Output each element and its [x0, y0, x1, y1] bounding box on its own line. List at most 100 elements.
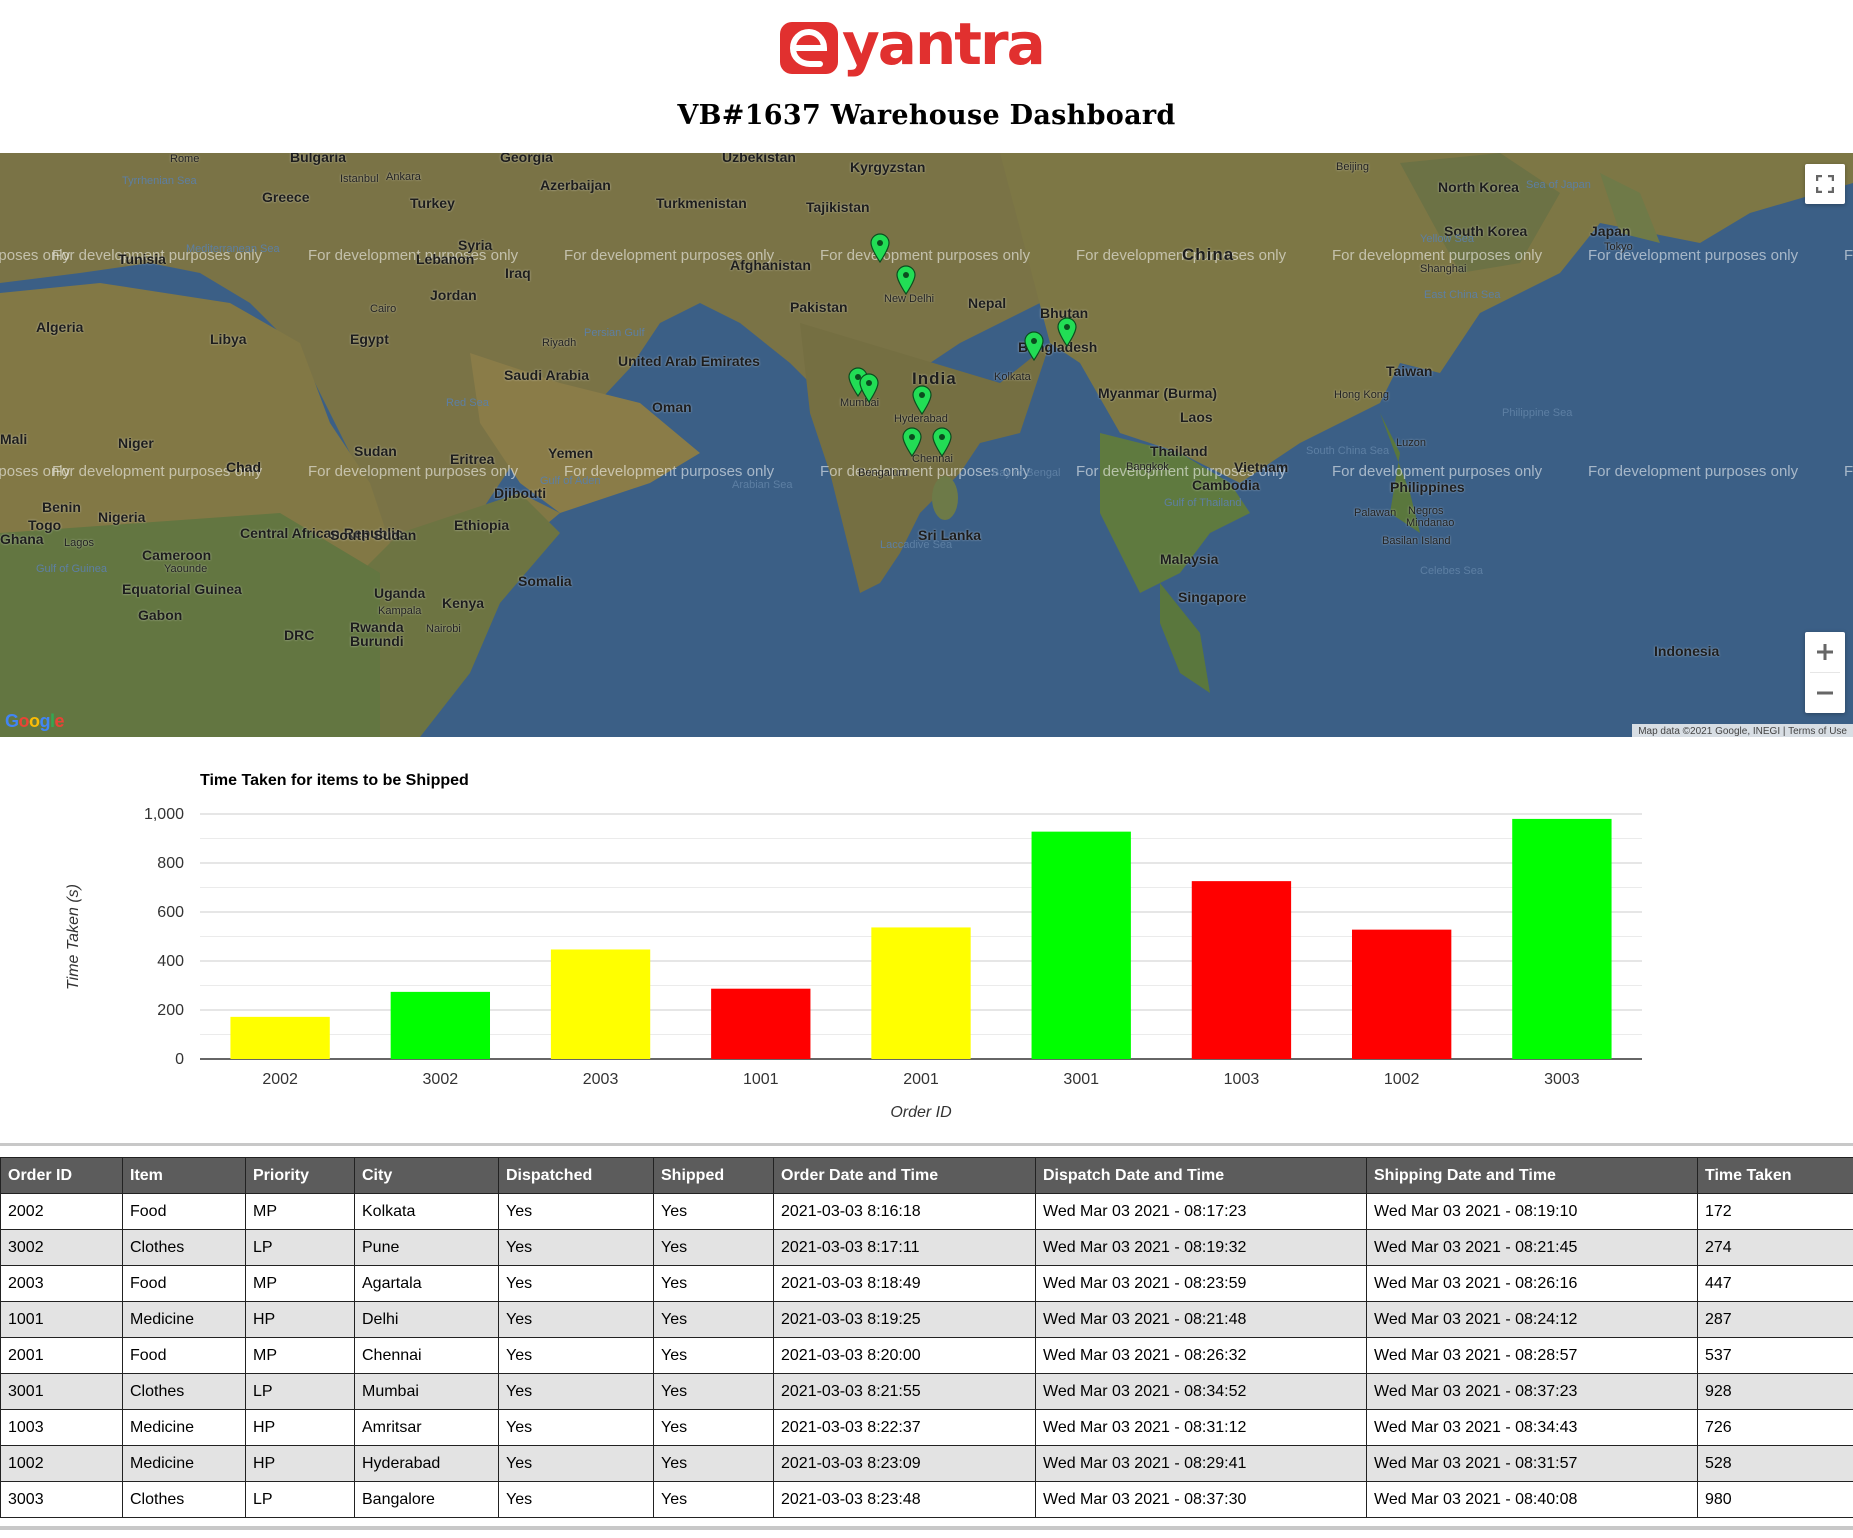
- chart-bar[interactable]: [550, 949, 651, 1059]
- table-cell: Wed Mar 03 2021 - 08:40:08: [1366, 1481, 1698, 1518]
- column-header: Order ID: [0, 1157, 123, 1194]
- table-cell: Wed Mar 03 2021 - 08:17:23: [1035, 1193, 1367, 1230]
- map-country-label: Malaysia: [1160, 551, 1219, 567]
- map-sea-label: Gulf of Thailand: [1164, 497, 1242, 509]
- table-cell: 287: [1697, 1301, 1853, 1338]
- table-row: 3001 Clothes LP Mumbai Yes Yes 2021-03-03 8:21…: [0, 1373, 1853, 1410]
- map-country-label: Tajikistan: [806, 199, 870, 215]
- map-country-label: Turkmenistan: [656, 195, 747, 211]
- table-cell: 2021-03-03 8:23:48: [773, 1481, 1036, 1518]
- map-country-label: Bulgaria: [290, 153, 347, 165]
- table-header-row: Order ID Item Priority City Dispatched Shippe…: [0, 1157, 1853, 1194]
- table-cell: 2021-03-03 8:21:55: [773, 1373, 1036, 1410]
- map-city-label: Yaounde: [164, 563, 208, 575]
- table-row: 2002 Food MP Kolkata Yes Yes 2021-03-03 8:16:1…: [0, 1193, 1853, 1230]
- chart-y-tick-label: 400: [157, 953, 184, 970]
- chart-bar[interactable]: [711, 988, 811, 1059]
- map-marker-pin-icon[interactable]: [902, 427, 922, 458]
- map-country-label: Philippines: [1390, 479, 1465, 495]
- map-country-label: Benin: [42, 499, 81, 515]
- map-sea-label: Persian Gulf: [584, 327, 645, 339]
- map-city-label: Ankara: [386, 171, 421, 183]
- table-cell: 2021-03-03 8:23:09: [773, 1445, 1036, 1482]
- map-country-label: Lebanon: [416, 251, 475, 267]
- map-country-label: Thailand: [1150, 443, 1208, 459]
- dev-watermark: For development purposes only: [1588, 463, 1799, 480]
- zoom-in-button[interactable]: [1805, 632, 1845, 672]
- map-city-label: Lagos: [64, 537, 94, 549]
- map-marker-pin-icon[interactable]: [912, 385, 932, 416]
- map-country-label: Nepal: [968, 295, 1007, 311]
- table-cell: Delhi: [354, 1301, 499, 1338]
- map-data-credit: Map data ©2021 Google, INEGI: [1638, 726, 1781, 737]
- map-marker-pin-icon[interactable]: [1024, 331, 1044, 362]
- map-country-label: Oman: [652, 399, 692, 415]
- map-country-label: Georgia: [500, 153, 553, 165]
- table-cell: Wed Mar 03 2021 - 08:26:16: [1366, 1265, 1698, 1302]
- table-cell: Clothes: [122, 1481, 246, 1518]
- zoom-out-button[interactable]: [1805, 673, 1845, 713]
- chart-bar[interactable]: [871, 927, 971, 1059]
- table-row: 1003 Medicine HP Amritsar Yes Yes 2021-03-03 8…: [0, 1409, 1853, 1446]
- map-marker-pin-icon[interactable]: [896, 265, 916, 296]
- table-cell: Wed Mar 03 2021 - 08:37:30: [1035, 1481, 1367, 1518]
- map-sea-label: East China Sea: [1424, 289, 1501, 301]
- table-cell: Yes: [498, 1229, 654, 1266]
- chart-y-axis-label: Time Taken (s): [65, 884, 82, 990]
- column-header: Dispatched: [498, 1157, 654, 1194]
- table-cell: Wed Mar 03 2021 - 08:21:45: [1366, 1229, 1698, 1266]
- table-cell: Wed Mar 03 2021 - 08:34:43: [1366, 1409, 1698, 1446]
- map-marker-pin-icon[interactable]: [859, 373, 879, 404]
- chart-y-tick-label: 800: [157, 855, 184, 872]
- map-city-label: Cairo: [370, 303, 397, 315]
- chart-bar[interactable]: [230, 1016, 330, 1059]
- chart-bar[interactable]: [1351, 929, 1452, 1059]
- chart-x-tick-label: 3002: [423, 1071, 459, 1088]
- table-row: 2001 Food MP Chennai Yes Yes 2021-03-03 8:20:0…: [0, 1337, 1853, 1374]
- table-cell: Wed Mar 03 2021 - 08:29:41: [1035, 1445, 1367, 1482]
- orders-table: Order ID Item Priority City Dispatched Shippe…: [0, 1157, 1853, 1518]
- fullscreen-icon: [1816, 175, 1834, 193]
- map-terrain: [0, 153, 1853, 737]
- map-city-label: Beijing: [1336, 161, 1370, 173]
- table-cell: HP: [245, 1445, 355, 1482]
- warehouse-map[interactable]: For development purposes only For develo…: [0, 153, 1853, 737]
- table-cell: Wed Mar 03 2021 - 08:24:12: [1366, 1301, 1698, 1338]
- chart-x-tick-label: 3003: [1544, 1071, 1580, 1088]
- terms-of-use-link[interactable]: Terms of Use: [1788, 726, 1847, 737]
- chart-bar[interactable]: [1512, 818, 1612, 1059]
- map-sea-label: Gulf of Aden: [540, 475, 601, 487]
- chart-bar[interactable]: [390, 991, 491, 1059]
- table-cell: Yes: [653, 1229, 774, 1266]
- table-cell: Wed Mar 03 2021 - 08:31:57: [1366, 1445, 1698, 1482]
- table-top-divider: [0, 1143, 1853, 1146]
- chart-bar[interactable]: [1031, 831, 1131, 1059]
- map-marker-pin-icon[interactable]: [870, 233, 890, 264]
- table-body: 2002 Food MP Kolkata Yes Yes 2021-03-03 8:16:1…: [0, 1193, 1853, 1518]
- google-logo[interactable]: Google: [5, 711, 65, 732]
- table-cell: Kolkata: [354, 1193, 499, 1230]
- table-cell: Agartala: [354, 1265, 499, 1302]
- chart-x-tick-label: 2001: [903, 1071, 939, 1088]
- map-country-label: Vietnam: [1234, 459, 1289, 475]
- map-marker-pin-icon[interactable]: [1057, 317, 1077, 348]
- table-cell: 447: [1697, 1265, 1853, 1302]
- map-country-label: Egypt: [350, 331, 389, 347]
- table-cell: 537: [1697, 1337, 1853, 1374]
- table-cell: Wed Mar 03 2021 - 08:31:12: [1035, 1409, 1367, 1446]
- map-city-label: Basilan Island: [1382, 535, 1451, 547]
- map-country-label: Niger: [118, 435, 154, 451]
- map-sea-label: Tyrrhenian Sea: [122, 175, 197, 187]
- table-cell: Yes: [498, 1445, 654, 1482]
- table-row: 2003 Food MP Agartala Yes Yes 2021-03-03 8:18:…: [0, 1265, 1853, 1302]
- map-marker-pin-icon[interactable]: [932, 427, 952, 458]
- map-country-label: Sudan: [354, 443, 397, 459]
- table-cell: 2021-03-03 8:20:00: [773, 1337, 1036, 1374]
- map-sea-label: Sea of Japan: [1526, 179, 1591, 191]
- fullscreen-button[interactable]: [1805, 164, 1845, 204]
- table-cell: Mumbai: [354, 1373, 499, 1410]
- chart-bar[interactable]: [1191, 881, 1292, 1059]
- table-cell: 1001: [0, 1301, 123, 1338]
- table-bottom-divider: [0, 1526, 1853, 1530]
- table-cell: Yes: [653, 1193, 774, 1230]
